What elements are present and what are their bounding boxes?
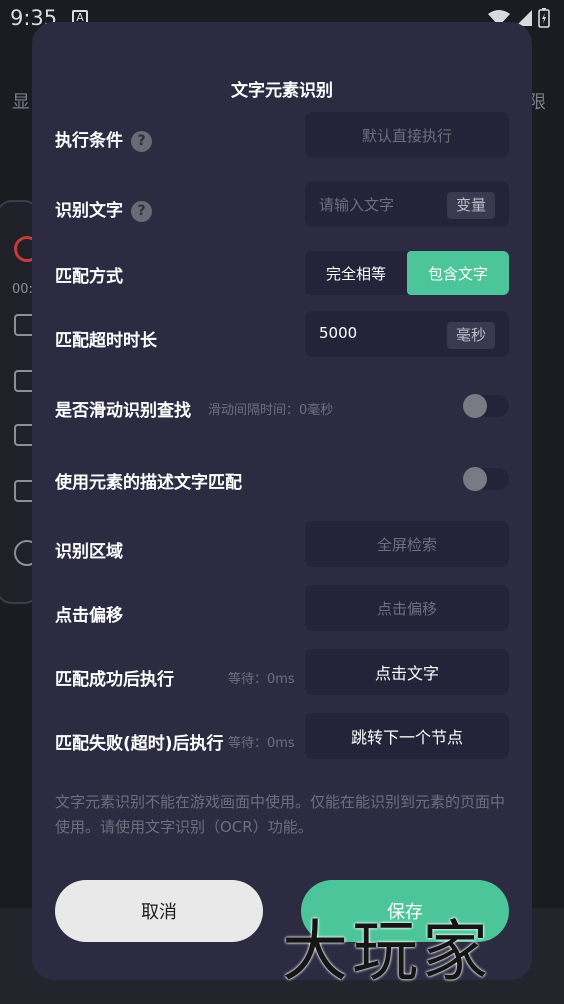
on-success-label: 匹配成功后执行 [55, 670, 174, 690]
on-success-action-field[interactable]: 点击文字 [305, 649, 509, 695]
match-timeout-value: 5000 [319, 324, 358, 342]
match-mode-exact-option[interactable]: 完全相等 [305, 251, 407, 295]
watermark: 大玩家 [282, 913, 492, 990]
click-offset-field[interactable]: 点击偏移 [305, 585, 509, 631]
toggle-knob [463, 394, 487, 418]
swipe-search-toggle[interactable] [463, 394, 509, 418]
click-offset-label: 点击偏移 [55, 606, 123, 626]
on-fail-label: 匹配失败(超时)后执行 [55, 734, 224, 754]
on-fail-action-field[interactable]: 跳转下一个节点 [305, 713, 509, 759]
swipe-search-label: 是否滑动识别查找 [55, 401, 191, 421]
text-element-recognition-dialog: 文字元素识别 执行条件? 默认直接执行 识别文字? 请输入文字 变量 匹配方式 … [32, 22, 532, 980]
desc-match-toggle[interactable] [463, 467, 509, 491]
background-timer: 00: [12, 282, 33, 297]
background-label-left: 显 [12, 92, 30, 113]
dialog-title: 文字元素识别 [231, 81, 333, 101]
unit-ms-label: 毫秒 [447, 322, 495, 349]
exec-condition-label-text: 执行条件 [55, 131, 123, 151]
exec-condition-label: 执行条件? [55, 126, 152, 152]
recognize-text-label-text: 识别文字 [55, 201, 123, 221]
recognize-text-placeholder: 请输入文字 [319, 196, 395, 214]
region-field[interactable]: 全屏检索 [305, 521, 509, 567]
swipe-interval-hint: 滑动间隔时间：0毫秒 [208, 403, 334, 418]
usage-note: 文字元素识别不能在游戏画面中使用。仅能在能识别到元素的页面中使用。请使用文字识别… [55, 793, 506, 836]
match-mode-label: 匹配方式 [55, 267, 123, 287]
match-timeout-input[interactable]: 5000 毫秒 [305, 311, 509, 357]
exec-condition-field[interactable]: 默认直接执行 [305, 112, 509, 158]
match-timeout-label: 匹配超时时长 [55, 331, 157, 351]
region-label: 识别区域 [55, 542, 123, 562]
recognize-text-input[interactable]: 请输入文字 变量 [305, 181, 509, 227]
cancel-button[interactable]: 取消 [55, 880, 263, 942]
help-icon[interactable]: ? [131, 201, 152, 222]
match-mode-segmented: 完全相等 包含文字 [305, 251, 509, 295]
on-fail-wait: 等待：0ms [228, 736, 295, 751]
variable-button[interactable]: 变量 [447, 192, 495, 219]
on-success-wait: 等待：0ms [228, 672, 295, 687]
help-icon[interactable]: ? [131, 131, 152, 152]
desc-match-label: 使用元素的描述文字匹配 [55, 473, 242, 493]
recognize-text-label: 识别文字? [55, 196, 152, 222]
match-mode-contains-option[interactable]: 包含文字 [407, 251, 509, 295]
battery-icon [538, 8, 550, 28]
toggle-knob [463, 467, 487, 491]
